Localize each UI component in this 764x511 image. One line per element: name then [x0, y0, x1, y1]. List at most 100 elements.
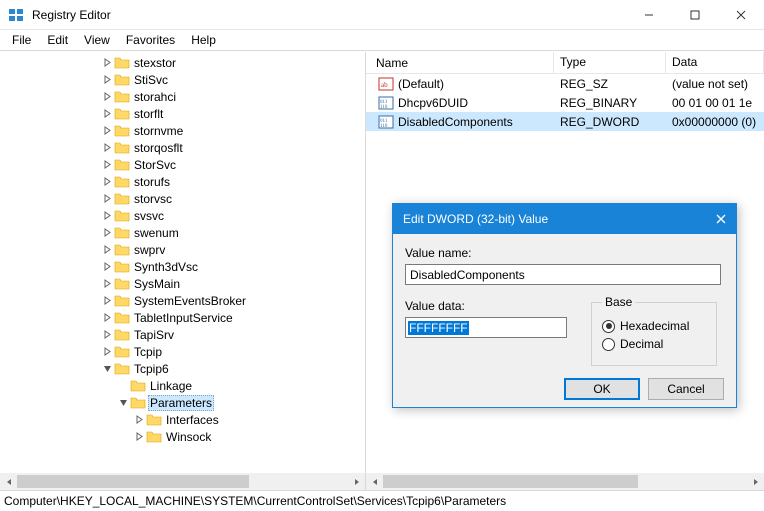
- expand-icon[interactable]: [100, 294, 114, 308]
- folder-icon: [114, 310, 130, 326]
- tree-item[interactable]: stexstor: [0, 54, 365, 71]
- scroll-right-icon[interactable]: [747, 473, 764, 490]
- ok-button[interactable]: OK: [564, 378, 640, 400]
- tree-item-label: Synth3dVsc: [132, 260, 200, 274]
- folder-icon: [114, 293, 130, 309]
- tree-item[interactable]: storufs: [0, 173, 365, 190]
- expand-icon[interactable]: [100, 311, 114, 325]
- dialog-close-button[interactable]: [706, 204, 736, 234]
- value-data-cell: 00 01 00 01 1e: [666, 96, 764, 110]
- scroll-track[interactable]: [17, 473, 348, 490]
- tree-item[interactable]: storahci: [0, 88, 365, 105]
- tree-item-label: Linkage: [148, 379, 194, 393]
- value-type-cell: REG_DWORD: [554, 115, 666, 129]
- scroll-track[interactable]: [383, 473, 747, 490]
- expand-icon[interactable]: [100, 158, 114, 172]
- tree-item[interactable]: swprv: [0, 241, 365, 258]
- tree-item[interactable]: StiSvc: [0, 71, 365, 88]
- tree-item[interactable]: StorSvc: [0, 156, 365, 173]
- expand-icon[interactable]: [100, 209, 114, 223]
- folder-icon: [114, 361, 130, 377]
- radio-hex[interactable]: [602, 320, 615, 333]
- expand-icon[interactable]: [100, 124, 114, 138]
- tree-item[interactable]: storqosflt: [0, 139, 365, 156]
- menu-file[interactable]: File: [4, 31, 39, 49]
- value-name-text: DisabledComponents: [398, 115, 513, 129]
- tree-hscrollbar[interactable]: [0, 473, 365, 490]
- folder-icon: [114, 225, 130, 241]
- expand-icon[interactable]: [116, 396, 130, 410]
- scroll-thumb[interactable]: [383, 475, 638, 488]
- menu-help[interactable]: Help: [183, 31, 224, 49]
- tree-item[interactable]: storflt: [0, 105, 365, 122]
- value-type-icon: 011110: [378, 95, 394, 111]
- expand-icon[interactable]: [100, 56, 114, 70]
- folder-icon: [114, 123, 130, 139]
- scroll-thumb[interactable]: [17, 475, 249, 488]
- tree-item[interactable]: Synth3dVsc: [0, 258, 365, 275]
- tree-item[interactable]: svsvc: [0, 207, 365, 224]
- radio-dec[interactable]: [602, 338, 615, 351]
- tree-item[interactable]: TabletInputService: [0, 309, 365, 326]
- radio-dec-label: Decimal: [620, 337, 663, 351]
- value-name-input[interactable]: [405, 264, 721, 285]
- scroll-left-icon[interactable]: [366, 473, 383, 490]
- maximize-button[interactable]: [672, 0, 718, 30]
- cancel-button[interactable]: Cancel: [648, 378, 724, 400]
- value-row[interactable]: 011110Dhcpv6DUIDREG_BINARY00 01 00 01 1e: [366, 93, 764, 112]
- expand-icon[interactable]: [100, 192, 114, 206]
- radio-dec-row[interactable]: Decimal: [602, 337, 706, 351]
- expand-icon[interactable]: [100, 226, 114, 240]
- expand-icon[interactable]: [100, 345, 114, 359]
- status-path: Computer\HKEY_LOCAL_MACHINE\SYSTEM\Curre…: [4, 494, 506, 508]
- tree-item[interactable]: Parameters: [0, 394, 365, 411]
- dialog-titlebar[interactable]: Edit DWORD (32-bit) Value: [393, 204, 736, 234]
- expand-icon[interactable]: [100, 90, 114, 104]
- registry-tree[interactable]: stexstorStiSvcstorahcistorfltstornvmesto…: [0, 52, 365, 473]
- tree-item[interactable]: SystemEventsBroker: [0, 292, 365, 309]
- tree-item[interactable]: Interfaces: [0, 411, 365, 428]
- header-name[interactable]: Name: [366, 52, 554, 73]
- scroll-left-icon[interactable]: [0, 473, 17, 490]
- tree-item-label: TapiSrv: [132, 328, 176, 342]
- tree-item-label: Parameters: [148, 395, 214, 411]
- expand-icon[interactable]: [100, 243, 114, 257]
- tree-item[interactable]: Linkage: [0, 377, 365, 394]
- tree-item[interactable]: Winsock: [0, 428, 365, 445]
- svg-text:110: 110: [380, 124, 388, 129]
- menubar: File Edit View Favorites Help: [0, 30, 764, 51]
- scroll-right-icon[interactable]: [348, 473, 365, 490]
- header-type[interactable]: Type: [554, 52, 666, 73]
- expand-icon[interactable]: [100, 73, 114, 87]
- menu-view[interactable]: View: [76, 31, 118, 49]
- tree-item[interactable]: swenum: [0, 224, 365, 241]
- tree-item[interactable]: Tcpip6: [0, 360, 365, 377]
- tree-item-label: SystemEventsBroker: [132, 294, 248, 308]
- radio-hex-row[interactable]: Hexadecimal: [602, 319, 706, 333]
- expand-icon[interactable]: [132, 413, 146, 427]
- header-data[interactable]: Data: [666, 52, 764, 73]
- folder-icon: [114, 174, 130, 190]
- menu-edit[interactable]: Edit: [39, 31, 76, 49]
- tree-item[interactable]: SysMain: [0, 275, 365, 292]
- value-row[interactable]: ab(Default)REG_SZ(value not set): [366, 74, 764, 93]
- expand-icon[interactable]: [100, 277, 114, 291]
- minimize-button[interactable]: [626, 0, 672, 30]
- expand-icon[interactable]: [132, 430, 146, 444]
- expand-icon[interactable]: [100, 141, 114, 155]
- close-button[interactable]: [718, 0, 764, 30]
- expand-icon[interactable]: [100, 362, 114, 376]
- expand-icon[interactable]: [100, 175, 114, 189]
- expand-icon[interactable]: [100, 260, 114, 274]
- value-row[interactable]: 011110DisabledComponentsREG_DWORD0x00000…: [366, 112, 764, 131]
- tree-item[interactable]: stornvme: [0, 122, 365, 139]
- expand-icon[interactable]: [100, 107, 114, 121]
- regedit-icon: [8, 7, 24, 23]
- tree-item[interactable]: Tcpip: [0, 343, 365, 360]
- tree-item[interactable]: storvsc: [0, 190, 365, 207]
- values-hscrollbar[interactable]: [366, 473, 764, 490]
- value-data-input[interactable]: FFFFFFFF: [405, 317, 567, 338]
- tree-item[interactable]: TapiSrv: [0, 326, 365, 343]
- expand-icon[interactable]: [100, 328, 114, 342]
- menu-favorites[interactable]: Favorites: [118, 31, 183, 49]
